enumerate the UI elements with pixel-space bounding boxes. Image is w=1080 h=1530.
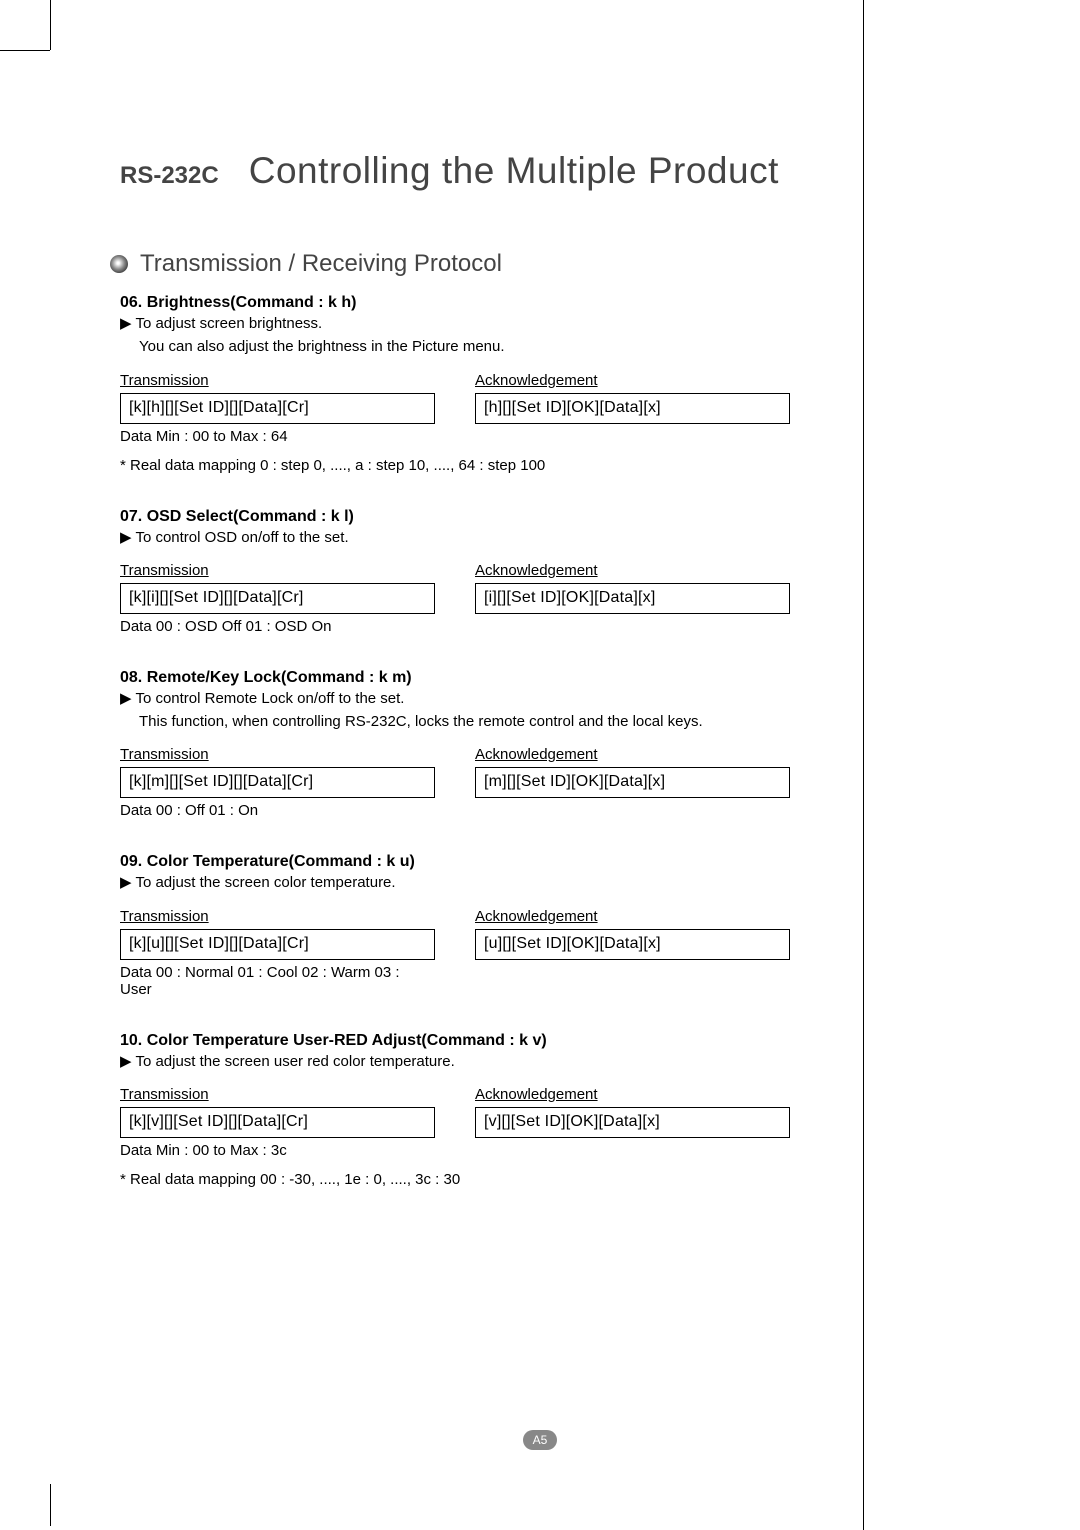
frame-rule	[0, 50, 50, 51]
frame-rule	[863, 0, 864, 1530]
acknowledgement-label: Acknowledgement	[475, 908, 790, 925]
acknowledgement-code: [u][][Set ID][OK][Data][x]	[475, 929, 790, 960]
acknowledgement-code: [h][][Set ID][OK][Data][x]	[475, 393, 790, 424]
data-line: Data 00 : Normal 01 : Cool 02 : Warm 03 …	[120, 964, 435, 998]
acknowledgement-code: [v][][Set ID][OK][Data][x]	[475, 1107, 790, 1138]
transmission-code: [k][m][][Set ID][][Data][Cr]	[120, 767, 435, 798]
data-line: Data 00 : OSD Off 01 : OSD On	[120, 618, 435, 635]
frame-rule	[50, 1484, 51, 1526]
transmission-code: [k][v][][Set ID][][Data][Cr]	[120, 1107, 435, 1138]
command-block: 10. Color Temperature User-RED Adjust(Co…	[120, 1032, 860, 1188]
transmission-label: Transmission	[120, 1086, 435, 1103]
command-title: 06. Brightness(Command : k h)	[120, 294, 860, 312]
command-desc: You can also adjust the brightness in th…	[139, 337, 860, 357]
command-title: 09. Color Temperature(Command : k u)	[120, 853, 860, 871]
transmission-label: Transmission	[120, 562, 435, 579]
data-line: Data Min : 00 to Max : 64	[120, 428, 435, 445]
page-number-wrap: A5	[0, 1430, 1080, 1450]
transmission-label: Transmission	[120, 908, 435, 925]
command-desc: To control Remote Lock on/off to the set…	[120, 689, 860, 709]
transmission-code: [k][h][][Set ID][][Data][Cr]	[120, 393, 435, 424]
acknowledgement-label: Acknowledgement	[475, 562, 790, 579]
command-title: 10. Color Temperature User-RED Adjust(Co…	[120, 1032, 860, 1050]
section-title: Transmission / Receiving Protocol	[110, 250, 860, 278]
transmission-code: [k][u][][Set ID][][Data][Cr]	[120, 929, 435, 960]
acknowledgement-code: [i][][Set ID][OK][Data][x]	[475, 583, 790, 614]
acknowledgement-code: [m][][Set ID][OK][Data][x]	[475, 767, 790, 798]
command-desc: This function, when controlling RS-232C,…	[139, 712, 860, 732]
transmission-code: [k][i][][Set ID][][Data][Cr]	[120, 583, 435, 614]
command-desc: To adjust the screen color temperature.	[120, 873, 860, 893]
transmission-label: Transmission	[120, 746, 435, 763]
header-tag: RS-232C	[120, 162, 219, 190]
command-title: 07. OSD Select(Command : k l)	[120, 508, 860, 526]
page-number: A5	[523, 1430, 558, 1450]
command-note: * Real data mapping 0 : step 0, ...., a …	[120, 457, 860, 474]
data-line: Data Min : 00 to Max : 3c	[120, 1142, 435, 1159]
command-block: 06. Brightness(Command : k h) To adjust …	[120, 294, 860, 474]
command-desc: To adjust screen brightness.	[120, 314, 860, 334]
data-line: Data 00 : Off 01 : On	[120, 802, 435, 819]
frame-rule	[50, 0, 51, 50]
page-content: RS-232C Controlling the Multiple Product…	[120, 150, 860, 1222]
bullet-icon	[110, 255, 128, 273]
acknowledgement-label: Acknowledgement	[475, 746, 790, 763]
acknowledgement-label: Acknowledgement	[475, 372, 790, 389]
transmission-label: Transmission	[120, 372, 435, 389]
command-desc: To adjust the screen user red color temp…	[120, 1052, 860, 1072]
command-block: 07. OSD Select(Command : k l) To control…	[120, 508, 860, 635]
command-note: * Real data mapping 00 : -30, ...., 1e :…	[120, 1171, 860, 1188]
command-title: 08. Remote/Key Lock(Command : k m)	[120, 669, 860, 687]
page-title: Controlling the Multiple Product	[249, 150, 779, 192]
command-desc: To control OSD on/off to the set.	[120, 528, 860, 548]
command-block: 09. Color Temperature(Command : k u) To …	[120, 853, 860, 997]
section-title-text: Transmission / Receiving Protocol	[140, 250, 502, 278]
command-block: 08. Remote/Key Lock(Command : k m) To co…	[120, 669, 860, 820]
acknowledgement-label: Acknowledgement	[475, 1086, 790, 1103]
page-header: RS-232C Controlling the Multiple Product	[120, 150, 860, 192]
